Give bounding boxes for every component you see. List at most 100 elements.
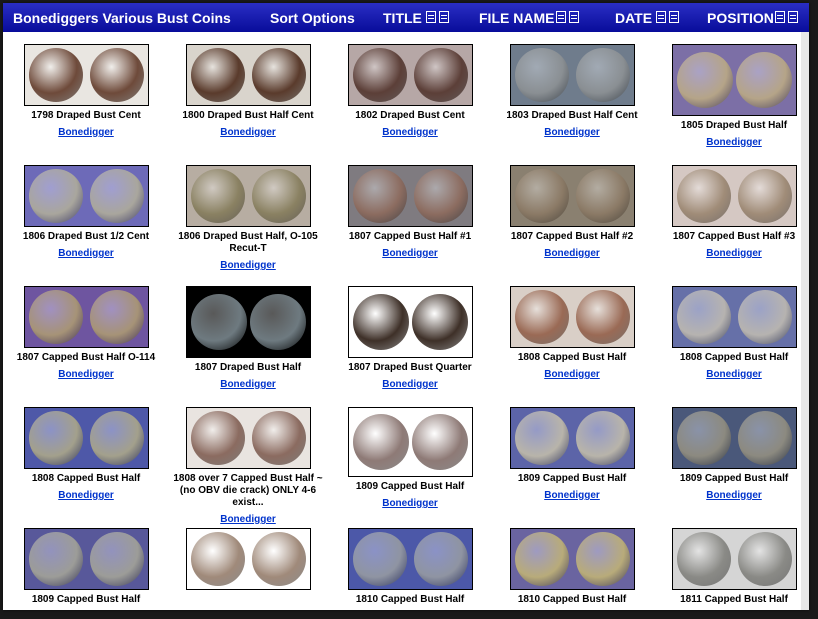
sort-asc-icon[interactable]	[556, 11, 566, 23]
coin-reverse	[413, 169, 468, 223]
coin-thumbnail[interactable]	[185, 44, 311, 106]
coin-obverse	[352, 294, 409, 350]
author-link[interactable]: Bonedigger	[544, 248, 600, 259]
author-link[interactable]: Bonedigger	[382, 498, 438, 509]
sort-asc-icon[interactable]	[656, 11, 666, 23]
coin-thumbnail[interactable]	[347, 407, 473, 477]
author-link[interactable]: Bonedigger	[220, 127, 276, 138]
gallery-item: 1809 Capped Bust Half Bonedigger	[330, 407, 490, 511]
coin-reverse	[89, 411, 144, 465]
coin-thumbnail[interactable]	[185, 528, 311, 590]
gallery-item: 1807 Capped Bust Half #2 Bonedigger	[492, 165, 652, 261]
author-link[interactable]: Bonedigger	[706, 369, 762, 380]
coin-thumbnail[interactable]	[347, 528, 473, 590]
sort-desc-icon[interactable]	[788, 11, 798, 23]
coin-thumbnail[interactable]	[671, 286, 797, 348]
gallery-item: 1808 Capped Bust Half Bonedigger	[492, 286, 652, 382]
sort-desc-icon[interactable]	[439, 11, 449, 23]
coin-reverse	[575, 532, 630, 586]
coin-thumbnail[interactable]	[509, 44, 635, 106]
author-link[interactable]: Bonedigger	[220, 260, 276, 271]
coin-obverse	[28, 169, 83, 223]
author-link[interactable]: Bonedigger	[58, 127, 114, 138]
sort-asc-icon[interactable]	[775, 11, 785, 23]
coin-obverse	[514, 290, 569, 344]
author-link[interactable]: Bonedigger	[382, 127, 438, 138]
author-link[interactable]: Bonedigger	[220, 514, 276, 525]
coin-obverse	[352, 48, 407, 102]
author-link[interactable]: Bonedigger	[706, 137, 762, 148]
coin-obverse	[352, 532, 407, 586]
gallery-header: Bonediggers Various Bust Coins Sort Opti…	[3, 3, 809, 32]
gallery-item: 1809 Capped Bust HalfBonedigger	[6, 528, 166, 610]
gallery-item: 1808 over 7 Capped Bust Half ~ (no OBV d…	[168, 407, 328, 527]
author-link[interactable]: Bonedigger	[706, 248, 762, 259]
coin-thumbnail[interactable]	[347, 44, 473, 106]
coin-obverse	[190, 411, 245, 465]
author-link[interactable]: Bonedigger	[58, 369, 114, 380]
sort-date-link[interactable]: DATE	[615, 10, 652, 26]
coin-thumbnail[interactable]	[671, 528, 797, 590]
coin-obverse	[514, 411, 569, 465]
coin-thumbnail[interactable]	[509, 286, 635, 348]
coin-thumbnail[interactable]	[509, 165, 635, 227]
author-link[interactable]: Bonedigger	[382, 379, 438, 390]
author-link[interactable]: Bonedigger	[544, 369, 600, 380]
coin-thumbnail[interactable]	[671, 407, 797, 469]
gallery-item: 1798 Draped Bust Cent Bonedigger	[6, 44, 166, 140]
coin-thumbnail[interactable]	[347, 286, 473, 358]
coin-thumbnail[interactable]	[671, 165, 797, 227]
coin-thumbnail[interactable]	[671, 44, 797, 116]
coin-thumbnail[interactable]	[185, 407, 311, 469]
gallery-item: 1807 Capped Bust Half #1 Bonedigger	[330, 165, 490, 261]
coin-thumbnail[interactable]	[23, 407, 149, 469]
coin-reverse	[413, 532, 468, 586]
author-link[interactable]: Bonedigger	[706, 490, 762, 501]
coin-thumbnail[interactable]	[347, 165, 473, 227]
sort-asc-icon[interactable]	[426, 11, 436, 23]
coin-thumbnail[interactable]	[23, 44, 149, 106]
coin-reverse	[251, 532, 306, 586]
coin-thumbnail[interactable]	[509, 407, 635, 469]
author-link[interactable]: Bonedigger	[58, 248, 114, 259]
sort-title-link[interactable]: TITLE	[383, 10, 422, 26]
coin-reverse	[737, 290, 792, 344]
coin-thumbnail[interactable]	[185, 286, 311, 358]
item-title: 1802 Draped Bust Cent	[355, 110, 465, 121]
sort-filename-link[interactable]: FILE NAME	[479, 10, 554, 26]
coin-reverse	[737, 532, 792, 586]
item-title: 1810 Capped Bust Half	[355, 594, 465, 605]
coin-reverse	[251, 411, 306, 465]
gallery-item: 1810 Capped Bust Half	[492, 528, 652, 606]
author-link[interactable]: Bonedigger	[220, 379, 276, 390]
gallery-item: 1808 Capped Bust Half Bonedigger	[654, 286, 809, 382]
coin-reverse	[89, 532, 144, 586]
gallery-item: 1810 Capped Bust Half	[330, 528, 490, 606]
author-link[interactable]: Bonedigger	[544, 490, 600, 501]
sort-desc-icon[interactable]	[669, 11, 679, 23]
coin-obverse	[676, 52, 733, 108]
coin-reverse	[575, 48, 630, 102]
item-title: 1809 Capped Bust Half	[679, 473, 789, 484]
coin-thumbnail[interactable]	[23, 286, 149, 348]
gallery-item: 1808 Capped Bust Half Bonedigger	[6, 407, 166, 503]
scrollbar[interactable]	[801, 32, 809, 610]
item-title: 1809 Capped Bust Half	[355, 481, 465, 492]
coin-thumbnail[interactable]	[23, 528, 149, 590]
coin-reverse	[411, 294, 468, 350]
gallery-item: 1809 Capped Bust HalfBonedigger	[492, 407, 652, 503]
item-title: 1808 Capped Bust Half	[31, 473, 141, 484]
sort-position-link[interactable]: POSITION	[707, 10, 774, 26]
coin-obverse	[190, 169, 245, 223]
author-link[interactable]: Bonedigger	[544, 127, 600, 138]
item-title: 1798 Draped Bust Cent	[31, 110, 141, 121]
item-title: 1806 Draped Bust 1/2 Cent	[22, 231, 150, 242]
coin-obverse	[28, 48, 83, 102]
author-link[interactable]: Bonedigger	[58, 490, 114, 501]
coin-thumbnail[interactable]	[23, 165, 149, 227]
coin-reverse	[249, 294, 306, 350]
author-link[interactable]: Bonedigger	[382, 248, 438, 259]
coin-thumbnail[interactable]	[509, 528, 635, 590]
coin-thumbnail[interactable]	[185, 165, 311, 227]
sort-desc-icon[interactable]	[569, 11, 579, 23]
